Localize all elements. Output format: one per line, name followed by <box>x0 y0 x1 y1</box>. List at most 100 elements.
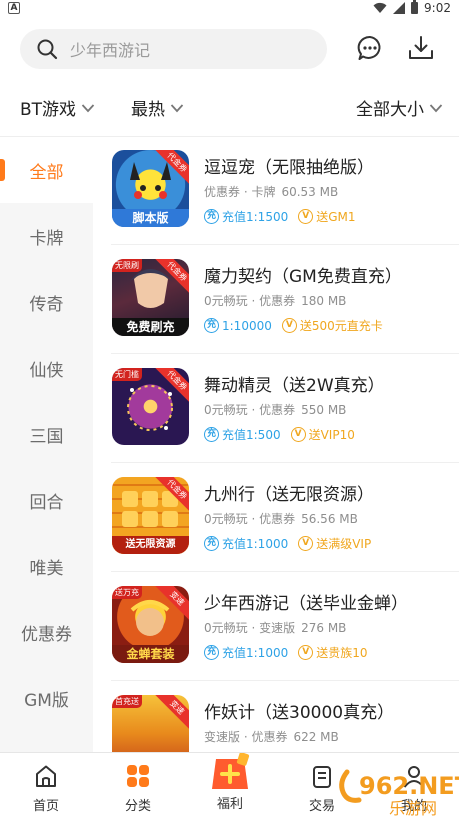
game-icon[interactable]: 送万充 变速 金蝉套装 <box>112 586 189 663</box>
bonus-tag: V 送500元直充卡 <box>281 317 383 334</box>
game-item[interactable]: 无门槛 代金券 舞动精灵（送2W真充） 0元畅玩 · 优惠券 550 MB 充充值… <box>93 355 459 463</box>
game-icon[interactable]: 首充送 变速 <box>112 695 189 752</box>
game-list: 代金券 脚本版 逗逗宠（无限抽绝版） 优惠券 · 卡牌 60.53 MB 充充值1… <box>93 137 459 752</box>
category-item-legend[interactable]: 传奇 <box>0 269 93 335</box>
game-icon[interactable]: 代金券 脚本版 <box>112 150 189 227</box>
tag-text: 1:10000 <box>222 318 272 333</box>
game-title: 魔力契约（GM免费直充） <box>204 267 402 287</box>
icon-caption: 金蝉套装 <box>112 645 189 663</box>
game-icon[interactable]: 无门槛 代金券 <box>112 368 189 445</box>
filter-type-dropdown[interactable]: BT游戏 <box>20 95 95 120</box>
category-item-all[interactable]: 全部 <box>0 137 93 203</box>
game-tags-text: 变速版 · 优惠券 <box>204 730 288 744</box>
recharge-icon: 充 <box>204 318 219 333</box>
promo-badge: 送万充 <box>112 586 142 599</box>
game-size: 276 MB <box>301 621 347 635</box>
game-meta: 优惠券 · 卡牌 60.53 MB <box>204 183 338 200</box>
download-icon <box>409 36 433 59</box>
recharge-icon: 充 <box>204 645 219 660</box>
vip-icon: V <box>298 645 314 660</box>
bonus-tag: V 送VIP10 <box>290 426 355 443</box>
category-label: 三国 <box>29 426 64 447</box>
recharge-ratio-tag: 充 1:10000 <box>204 318 272 333</box>
category-label: 优惠券 <box>21 624 72 645</box>
chevron-down-icon <box>429 103 443 112</box>
nav-welfare[interactable]: 福利 <box>184 753 276 817</box>
game-title: 作妖计（送30000真充） <box>204 703 395 723</box>
nav-label: 首页 <box>32 799 59 814</box>
divider <box>111 244 459 245</box>
category-item-turn-based[interactable]: 回合 <box>0 467 93 533</box>
message-button[interactable] <box>355 33 385 63</box>
divider <box>111 462 459 463</box>
signal-icon <box>393 2 406 14</box>
nav-category[interactable]: 分类 <box>92 753 184 817</box>
category-label: 仙侠 <box>29 360 64 381</box>
category-item-xianxia[interactable]: 仙侠 <box>0 335 93 401</box>
game-size: 622 MB <box>293 730 339 744</box>
vip-icon: V <box>281 318 297 333</box>
game-meta: 0元畅玩 · 优惠券 550 MB <box>204 401 346 418</box>
category-item-three-kingdoms[interactable]: 三国 <box>0 401 93 467</box>
game-perks: 充充值1:1000 V 送贵族10 <box>204 644 378 661</box>
recharge-icon: 充 <box>204 209 219 224</box>
category-item-card[interactable]: 卡牌 <box>0 203 93 269</box>
category-item-coupon[interactable]: 优惠券 <box>0 599 93 665</box>
promo-badge: 无门槛 <box>112 368 142 381</box>
notification-icon: A <box>8 2 20 14</box>
tag-text: 送500元直充卡 <box>299 319 383 333</box>
tag-text: 充值1:500 <box>222 428 281 442</box>
category-label: 传奇 <box>29 294 64 315</box>
category-item-aesthetic[interactable]: 唯美 <box>0 533 93 599</box>
game-item[interactable]: 首充送 变速 作妖计（送30000真充） 变速版 · 优惠券 622 MB <box>93 682 459 752</box>
game-item[interactable]: 代金券 送无限资源 九州行（送无限资源） 0元畅玩 · 优惠券 56.56 MB … <box>93 464 459 572</box>
game-icon[interactable]: 代金券 送无限资源 <box>112 477 189 554</box>
search-input[interactable]: 少年西游记 <box>20 29 327 69</box>
game-title: 九州行（送无限资源） <box>204 485 374 505</box>
promo-badge: 首充送 <box>112 695 142 708</box>
game-item[interactable]: 代金券 脚本版 逗逗宠（无限抽绝版） 优惠券 · 卡牌 60.53 MB 充充值1… <box>93 137 459 245</box>
filter-label: 最热 <box>131 100 165 120</box>
status-bar: A 9:02 <box>0 0 459 18</box>
search-icon <box>37 39 58 60</box>
promo-badge: 无限刷 <box>112 259 142 272</box>
category-sidebar: 全部 卡牌 传奇 仙侠 三国 回合 唯美 优惠券 GM版 <box>0 137 93 752</box>
icon-caption: 免费刷充 <box>112 318 189 336</box>
tag-text: 送贵族10 <box>316 646 368 660</box>
divider <box>111 571 459 572</box>
filter-label: 全部大小 <box>356 100 424 120</box>
game-perks: 充充值1:1500 V 送GM1 <box>204 208 366 225</box>
game-perks: 充充值1:500 V 送VIP10 <box>204 426 365 443</box>
tag-text: 送VIP10 <box>308 428 355 442</box>
recharge-ratio-tag: 充充值1:1000 <box>204 644 288 661</box>
download-button[interactable] <box>406 33 436 63</box>
tag-text: 充值1:1500 <box>222 210 289 224</box>
game-item[interactable]: 无限刷 代金券 免费刷充 魔力契约（GM免费直充） 0元畅玩 · 优惠券 180 … <box>93 246 459 354</box>
game-meta: 0元畅玩 · 变速版 276 MB <box>204 619 346 636</box>
game-item[interactable]: 送万充 变速 金蝉套装 少年西游记（送毕业金蝉） 0元畅玩 · 变速版 276 M… <box>93 573 459 681</box>
filter-sort-dropdown[interactable]: 最热 <box>131 95 184 120</box>
active-indicator <box>0 159 5 181</box>
wifi-icon <box>373 2 387 14</box>
message-icon <box>357 35 381 60</box>
game-title: 少年西游记（送毕业金蝉） <box>204 594 408 614</box>
recharge-ratio-tag: 充充值1:1500 <box>204 208 288 225</box>
watermark-subtext: 乐游网 <box>389 799 437 817</box>
watermark-text: 962.NET <box>359 772 459 800</box>
clock: 9:02 <box>424 1 451 15</box>
tag-text: 送满级VIP <box>316 537 372 551</box>
category-item-gm[interactable]: GM版 <box>0 665 93 731</box>
game-icon[interactable]: 无限刷 代金券 免费刷充 <box>112 259 189 336</box>
game-title: 舞动精灵（送2W真充） <box>204 376 385 396</box>
tag-text: 充值1:1000 <box>222 646 289 660</box>
chevron-down-icon <box>81 103 95 112</box>
category-label: GM版 <box>24 690 69 711</box>
game-meta: 变速版 · 优惠券 622 MB <box>204 728 339 745</box>
game-perks: 充充值1:1000 V 送满级VIP <box>204 535 381 552</box>
bonus-tag: V 送GM1 <box>298 208 356 225</box>
home-icon <box>36 765 56 787</box>
nav-home[interactable]: 首页 <box>0 753 92 817</box>
nav-label: 分类 <box>124 799 151 814</box>
game-tags-text: 0元畅玩 · 变速版 <box>204 621 296 635</box>
filter-size-dropdown[interactable]: 全部大小 <box>356 95 443 120</box>
